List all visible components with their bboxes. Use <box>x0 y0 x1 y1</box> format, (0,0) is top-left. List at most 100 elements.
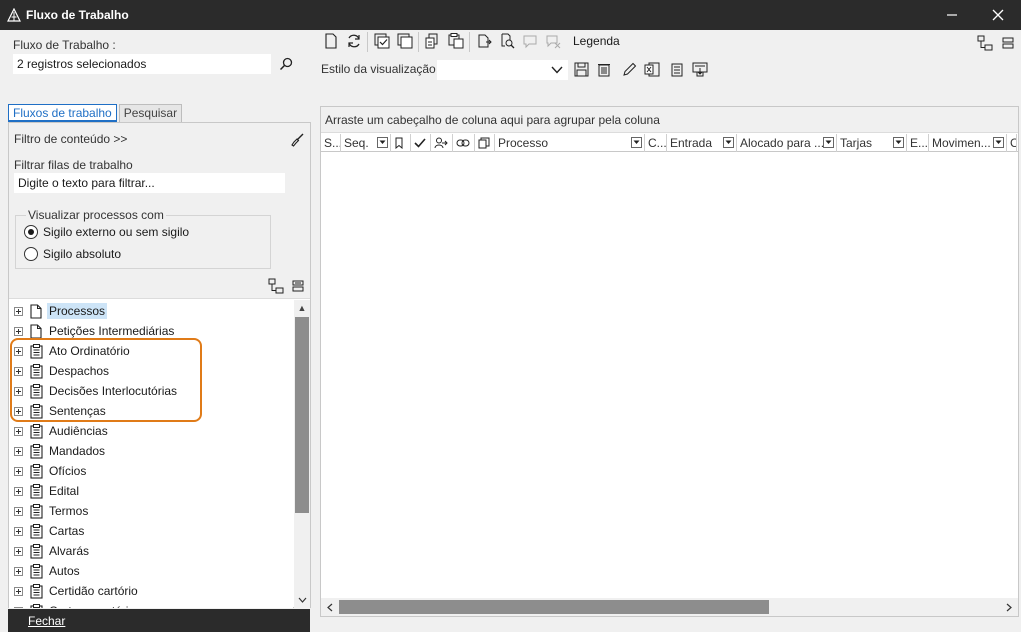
tree-item[interactable]: Alvarás <box>9 541 91 561</box>
tree-item[interactable]: Audiências <box>9 421 110 441</box>
unselect-all-button[interactable] <box>396 32 414 50</box>
filter-dropdown-icon[interactable] <box>823 137 834 148</box>
tree-item[interactable]: Petições Intermediárias <box>9 321 176 341</box>
remove-comment-button[interactable] <box>544 32 562 50</box>
expand-plus-icon[interactable] <box>14 446 23 456</box>
column-header[interactable]: Entrada <box>667 134 737 152</box>
clear-filter-button[interactable] <box>288 131 306 149</box>
expand-plus-icon[interactable] <box>14 606 23 608</box>
scroll-left-icon[interactable] <box>321 598 339 616</box>
column-header[interactable]: Tarjas <box>837 134 907 152</box>
print-button[interactable] <box>691 60 709 78</box>
tree-item[interactable]: Autos <box>9 561 82 581</box>
clipboard-icon <box>29 423 43 439</box>
column-header[interactable]: Movimen... <box>929 134 1007 152</box>
column-header[interactable]: E... <box>907 134 929 152</box>
expand-plus-icon[interactable] <box>14 346 23 356</box>
scroll-thumb[interactable] <box>295 317 309 513</box>
filter-dropdown-icon[interactable] <box>631 137 642 148</box>
tree-item[interactable]: Mandados <box>9 441 107 461</box>
expand-plus-icon[interactable] <box>14 386 23 396</box>
expand-all-button[interactable] <box>267 277 285 295</box>
column-header[interactable]: C <box>1007 134 1017 152</box>
tree-item[interactable]: Edital <box>9 481 81 501</box>
report-button[interactable] <box>668 60 686 78</box>
collapse-view-button[interactable] <box>999 34 1017 52</box>
tab-fluxos-de-trabalho[interactable]: Fluxos de trabalho <box>8 104 117 122</box>
scroll-thumb[interactable] <box>339 600 769 614</box>
column-header[interactable] <box>411 134 431 152</box>
delete-view-button[interactable] <box>595 60 613 78</box>
close-button[interactable] <box>975 0 1021 30</box>
expand-plus-icon[interactable] <box>14 326 23 336</box>
workflow-field[interactable]: 2 registros selecionados <box>13 54 271 74</box>
filter-dropdown-icon[interactable] <box>377 137 388 148</box>
expand-plus-icon[interactable] <box>14 426 23 436</box>
expand-plus-icon[interactable] <box>14 406 23 416</box>
tree-item[interactable]: Decisões Interlocutórias <box>9 381 179 401</box>
find-document-button[interactable] <box>498 32 516 50</box>
content-filter-toggle[interactable]: Filtro de conteúdo >> <box>14 132 127 146</box>
radio-sigilo-externo[interactable]: Sigilo externo ou sem sigilo <box>24 225 189 239</box>
collapse-all-button[interactable] <box>289 277 307 295</box>
tree-item[interactable]: Ato Ordinatório <box>9 341 132 361</box>
edit-view-button[interactable] <box>620 60 638 78</box>
minimize-button[interactable] <box>929 0 975 30</box>
tree-item[interactable]: Processos <box>9 301 108 321</box>
tree-item[interactable]: Sentenças <box>9 401 108 421</box>
comment-button[interactable] <box>521 32 539 50</box>
view-style-select[interactable] <box>437 60 568 80</box>
refresh-button[interactable] <box>345 32 363 50</box>
fechar-button[interactable]: Fechar <box>28 614 65 628</box>
expand-plus-icon[interactable] <box>14 366 23 376</box>
legenda-button[interactable]: Legenda <box>573 34 620 48</box>
expand-view-button[interactable] <box>976 34 994 52</box>
expand-plus-icon[interactable] <box>14 506 23 516</box>
expand-plus-icon[interactable] <box>14 466 23 476</box>
scroll-right-icon[interactable] <box>1000 598 1018 616</box>
filter-dropdown-icon[interactable] <box>993 137 1004 148</box>
tree-item[interactable]: Despachos <box>9 361 111 381</box>
expand-plus-icon[interactable] <box>14 546 23 556</box>
expand-plus-icon[interactable] <box>14 526 23 536</box>
tree-item[interactable]: Ofícios <box>9 461 88 481</box>
column-header[interactable]: S... <box>321 134 341 152</box>
tree-item[interactable]: Cartas <box>9 521 86 541</box>
copy-button[interactable] <box>424 32 442 50</box>
column-header[interactable] <box>431 134 453 152</box>
column-header[interactable]: Alocado para ... <box>737 134 837 152</box>
new-document-button[interactable] <box>322 32 340 50</box>
expand-plus-icon[interactable] <box>14 566 23 576</box>
move-document-button[interactable] <box>475 32 493 50</box>
filter-dropdown-icon[interactable] <box>723 137 734 148</box>
tree-item[interactable]: Termos <box>9 501 90 521</box>
filter-dropdown-icon[interactable] <box>893 137 904 148</box>
expand-plus-icon[interactable] <box>14 586 23 596</box>
radio-sigilo-absoluto[interactable]: Sigilo absoluto <box>24 247 121 261</box>
pencil-icon <box>622 62 636 76</box>
tree-item[interactable]: Carta precatória <box>9 601 137 608</box>
export-excel-button[interactable] <box>643 60 661 78</box>
tree-item[interactable]: Certidão cartório <box>9 581 140 601</box>
select-all-button[interactable] <box>373 32 391 50</box>
column-header[interactable] <box>391 134 411 152</box>
filter-input[interactable]: Digite o texto para filtrar... <box>14 173 285 193</box>
tree-collapse-icon <box>1002 37 1014 49</box>
column-header[interactable] <box>475 134 495 152</box>
grid-horizontal-scrollbar[interactable] <box>321 598 1018 616</box>
tab-pesquisar[interactable]: Pesquisar <box>118 104 183 122</box>
expand-plus-icon[interactable] <box>14 486 23 496</box>
scroll-up-icon[interactable]: ▲ <box>294 300 310 316</box>
column-header[interactable]: Seq. <box>341 134 391 152</box>
column-header[interactable]: C... <box>645 134 667 152</box>
group-by-panel[interactable]: Arraste um cabeçalho de coluna aqui para… <box>321 107 1018 133</box>
scroll-down-icon[interactable] <box>294 592 310 608</box>
column-header-label: S... <box>324 136 341 150</box>
expand-plus-icon[interactable] <box>14 306 23 316</box>
column-header[interactable] <box>453 134 475 152</box>
column-header[interactable]: Processo <box>495 134 645 152</box>
search-button[interactable] <box>277 55 295 73</box>
save-view-button[interactable] <box>572 60 590 78</box>
paste-button[interactable] <box>447 32 465 50</box>
tree-scrollbar[interactable]: ▲ <box>294 300 310 608</box>
